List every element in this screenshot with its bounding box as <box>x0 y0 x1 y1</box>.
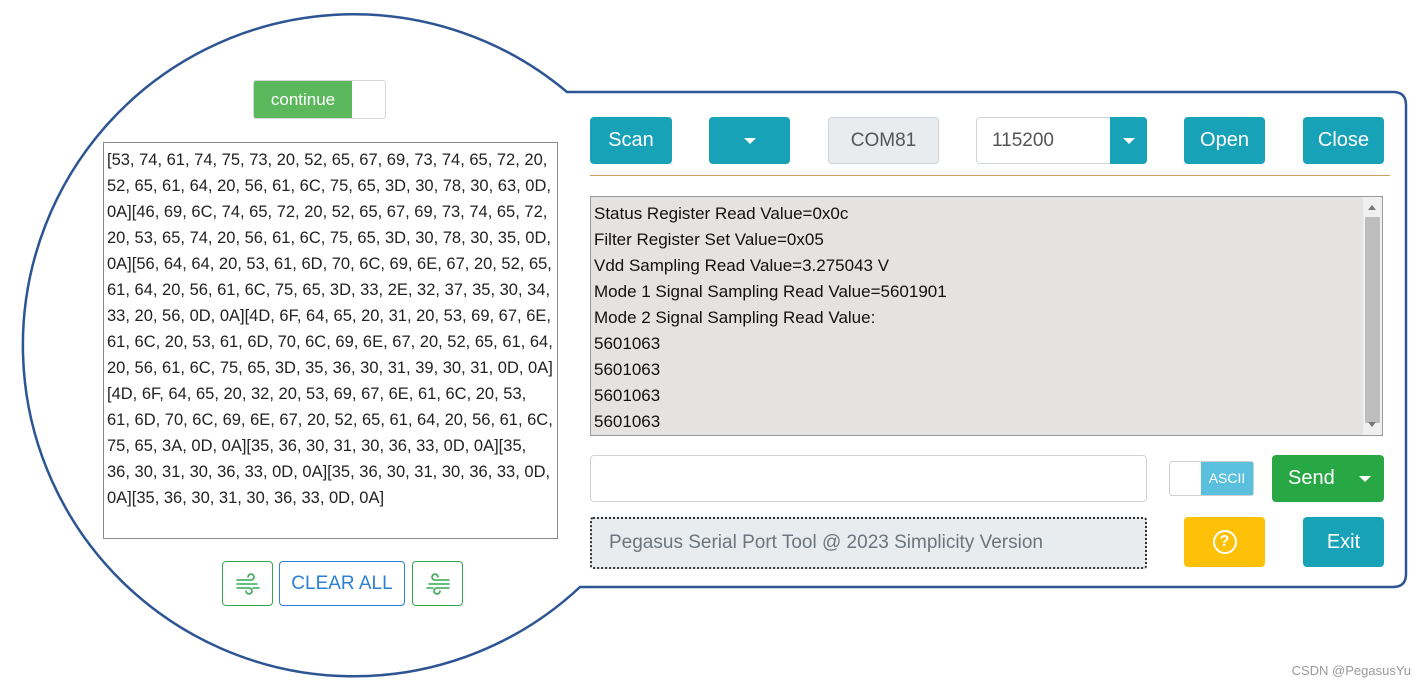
send-input[interactable] <box>590 455 1147 502</box>
log-line: 5601063 <box>594 412 661 431</box>
scan-button[interactable]: Scan <box>590 117 672 164</box>
log-line: Vdd Sampling Read Value=3.275043 V <box>594 256 890 275</box>
open-button[interactable]: Open <box>1184 117 1265 164</box>
continue-toggle[interactable]: continue <box>253 80 386 119</box>
log-line: Mode 2 Signal Sampling Read Value: <box>594 308 876 327</box>
log-line: 5601063 <box>594 386 661 405</box>
question-circle-icon: ? <box>1212 530 1237 554</box>
scroll-down-icon[interactable] <box>1368 422 1376 427</box>
ascii-toggle-label: ASCII <box>1201 462 1253 495</box>
ascii-hex-toggle[interactable]: ASCII <box>1169 461 1254 496</box>
close-button[interactable]: Close <box>1303 117 1384 164</box>
log-scrollbar[interactable] <box>1363 197 1382 435</box>
send-button-label: Send <box>1288 467 1335 489</box>
status-text-field: Pegasus Serial Port Tool @ 2023 Simplici… <box>590 517 1147 569</box>
port-dropdown-button[interactable] <box>709 117 790 164</box>
log-line: Filter Register Set Value=0x05 <box>594 230 824 249</box>
scroll-thumb[interactable] <box>1365 217 1380 423</box>
continue-toggle-label: continue <box>254 81 352 118</box>
port-field: COM81 <box>828 117 939 164</box>
caret-down-icon <box>743 137 756 144</box>
send-button[interactable]: Send <box>1272 455 1384 502</box>
receive-log-textarea[interactable]: Status Register Read Value=0x0c Filter R… <box>590 196 1383 436</box>
hex-output-textarea[interactable]: [53, 74, 61, 74, 75, 73, 20, 52, 65, 67,… <box>103 142 558 539</box>
wind-right-button[interactable] <box>412 561 463 606</box>
log-line: Mode 1 Signal Sampling Read Value=560190… <box>594 282 947 301</box>
wind-right-icon <box>425 572 450 595</box>
wind-left-button[interactable] <box>222 561 273 606</box>
log-lines: Status Register Read Value=0x0c Filter R… <box>594 201 947 435</box>
toolbar-divider <box>590 175 1390 176</box>
log-line: 5601063 <box>594 360 661 379</box>
log-line: 5601063 <box>594 334 661 353</box>
log-line: Status Register Read Value=0x0c <box>594 204 849 223</box>
exit-button[interactable]: Exit <box>1303 517 1384 567</box>
caret-down-icon <box>1122 137 1135 144</box>
help-button[interactable]: ? <box>1184 517 1265 567</box>
send-options-caret-icon[interactable] <box>1359 476 1371 482</box>
watermark: CSDN @PegasusYu <box>1291 663 1411 678</box>
clear-all-button[interactable]: CLEAR ALL <box>279 561 405 606</box>
baud-rate-dropdown-button[interactable] <box>1110 117 1147 164</box>
wind-left-icon <box>235 572 260 595</box>
baud-rate-select[interactable]: 115200 <box>976 117 1111 164</box>
scroll-up-icon[interactable] <box>1368 205 1376 210</box>
